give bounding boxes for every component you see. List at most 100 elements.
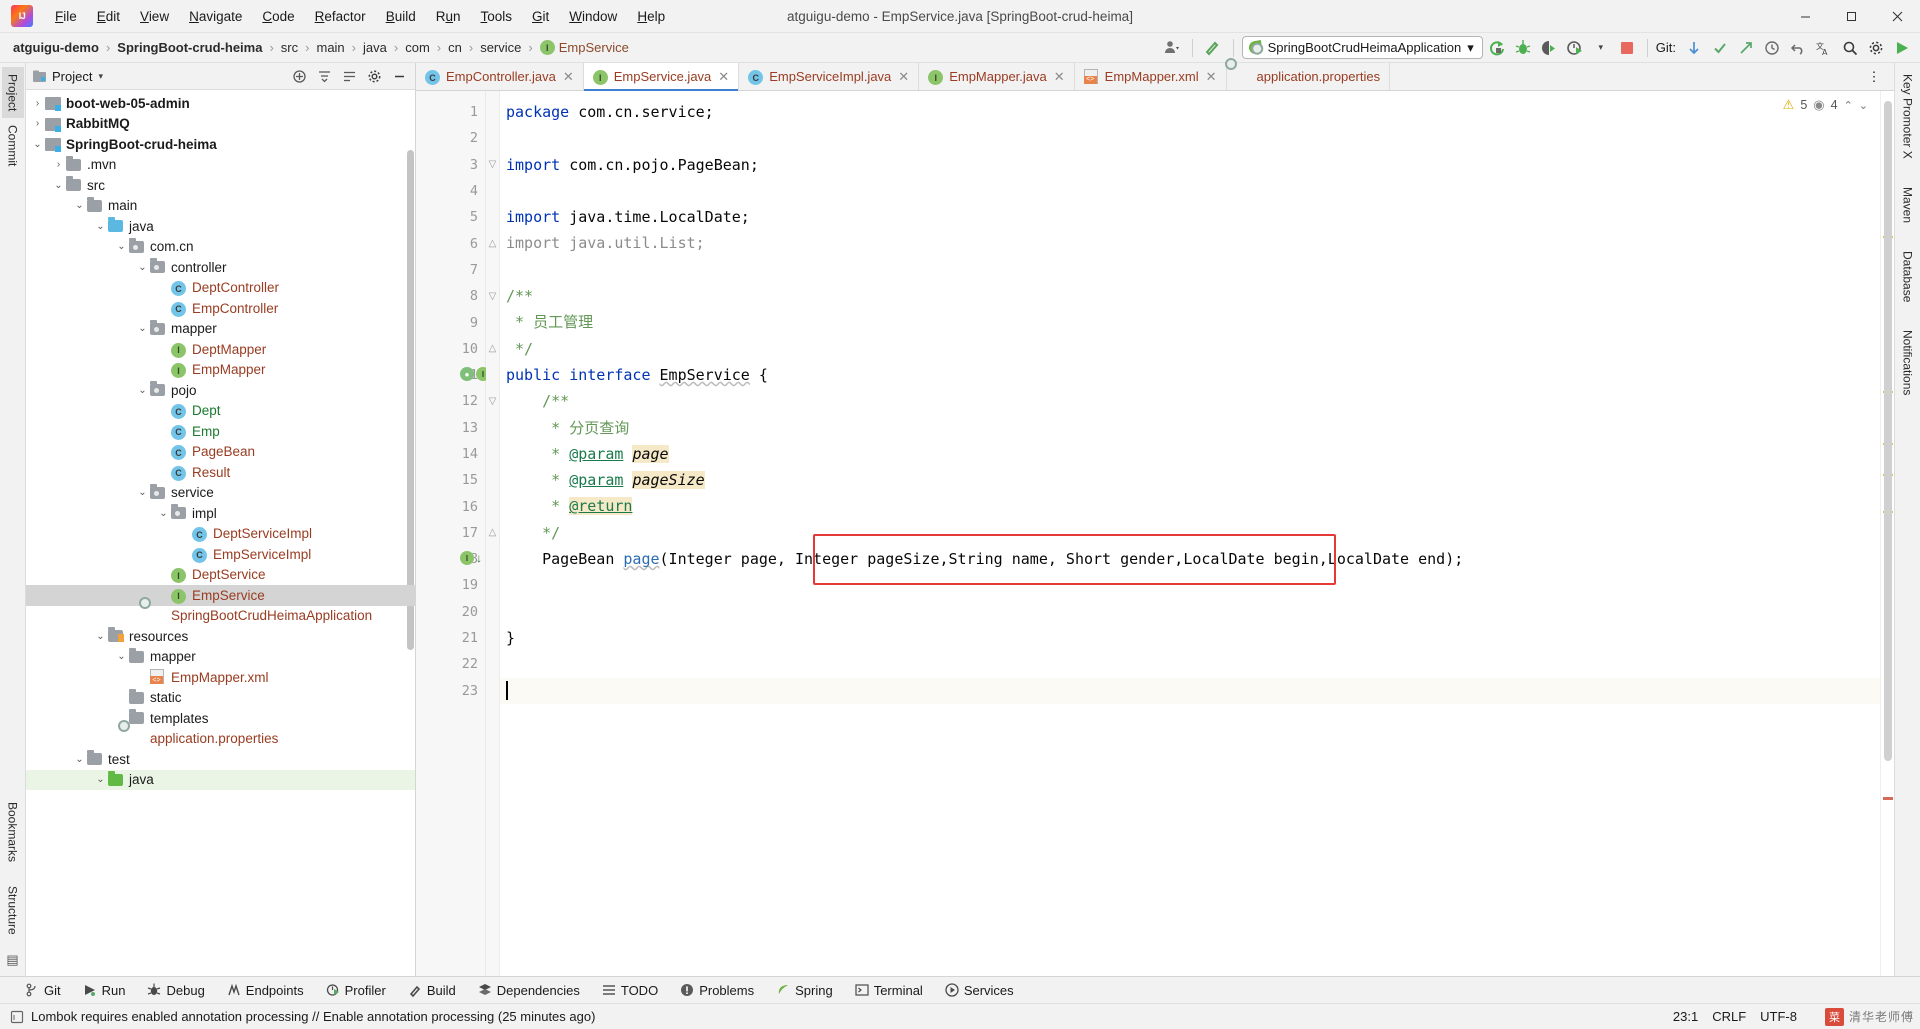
tree-node-empserviceimpl[interactable]: C EmpServiceImpl (26, 544, 415, 565)
error-stripe[interactable] (1880, 91, 1894, 976)
build-hammer-icon[interactable] (1201, 37, 1225, 59)
editor-tab-empmapper-java[interactable]: I EmpMapper.java ✕ (919, 63, 1075, 90)
tree-node-pojo[interactable]: ⌄ pojo (26, 380, 415, 401)
stop-icon[interactable] (1615, 37, 1639, 59)
close-tab-icon[interactable]: ✕ (898, 69, 909, 85)
chevron-down-icon[interactable]: ⌄ (135, 323, 150, 334)
chevron-down-icon[interactable]: ⌄ (93, 631, 108, 642)
git-commit-check-icon[interactable] (1708, 37, 1732, 59)
chevron-down-icon[interactable]: ⌄ (1859, 99, 1868, 112)
tool-window-button-dependencies[interactable]: Dependencies (467, 980, 591, 1001)
run-configuration-selector[interactable]: SpringBootCrudHeimaApplication ▾ (1241, 36, 1483, 59)
menu-edit[interactable]: Edit (87, 5, 130, 28)
tree-node-controller[interactable]: ⌄ controller (26, 257, 415, 278)
code-line-16[interactable]: * @return (500, 493, 1880, 519)
chevron-right-icon[interactable]: › (30, 118, 45, 129)
close-tab-icon[interactable]: ✕ (1054, 69, 1065, 85)
implemented-by-icon[interactable]: I (460, 551, 474, 566)
code-folding-column[interactable]: ▽ △ ▽ △ ▽ △ (486, 91, 500, 976)
project-tree[interactable]: › boot-web-05-admin › RabbitMQ ⌄ SpringBoot-c… (26, 90, 415, 976)
menu-window[interactable]: Window (559, 5, 627, 28)
code-line-14[interactable]: * @param page (500, 441, 1880, 467)
close-tab-icon[interactable]: ✕ (718, 69, 729, 85)
tree-node-empcontroller[interactable]: C EmpController (26, 298, 415, 319)
spring-bean-icon[interactable]: ● (460, 367, 474, 381)
settings-gear-icon[interactable] (1864, 37, 1888, 59)
sidebar-tab-database[interactable]: Database (1897, 244, 1919, 309)
tree-node-springbootcrudheimaapplication[interactable]: SpringBootCrudHeimaApplication (26, 606, 415, 627)
code-line-5[interactable]: import java.time.LocalDate; (500, 204, 1880, 230)
tool-window-button-git[interactable]: Git (14, 980, 72, 1001)
editor-tab-empserviceimpl-java[interactable]: C EmpServiceImpl.java ✕ (739, 63, 920, 90)
close-button[interactable] (1874, 0, 1920, 33)
breadcrumb-java[interactable]: java (360, 38, 390, 57)
line-number-gutter[interactable]: 1234567891011121314151617181920212223●I↓… (416, 91, 498, 976)
tool-window-button-spring[interactable]: Spring (765, 980, 844, 1001)
chevron-down-icon[interactable]: ⌄ (51, 180, 66, 191)
git-push-icon[interactable] (1734, 37, 1758, 59)
stripe-error-mark[interactable] (1883, 797, 1893, 800)
git-update-icon[interactable] (1682, 37, 1706, 59)
breadcrumb-main[interactable]: main (313, 38, 347, 57)
code-line-8[interactable]: /** (500, 283, 1880, 309)
code-line-3[interactable]: import com.cn.pojo.PageBean; (500, 152, 1880, 178)
tree-node-test[interactable]: ⌄ test (26, 749, 415, 770)
tree-node-service[interactable]: ⌄ service (26, 483, 415, 504)
menu-view[interactable]: View (130, 5, 179, 28)
profiler-dropdown-icon[interactable]: ▾ (1589, 37, 1613, 59)
tree-node--mvn[interactable]: › .mvn (26, 155, 415, 176)
tree-node-empmapper[interactable]: I EmpMapper (26, 360, 415, 381)
tree-node-deptserviceimpl[interactable]: C DeptServiceImpl (26, 524, 415, 545)
code-line-13[interactable]: * 分页查询 (500, 415, 1880, 441)
sidebar-tab-commit[interactable]: Commit (2, 118, 24, 173)
search-everywhere-icon[interactable] (1838, 37, 1862, 59)
code-line-1[interactable]: package com.cn.service; (500, 99, 1880, 125)
tree-node-templates[interactable]: templates (26, 708, 415, 729)
maximize-button[interactable] (1828, 0, 1874, 33)
editor-tab-empservice-java[interactable]: I EmpService.java ✕ (583, 63, 740, 91)
rerun-icon[interactable] (1485, 37, 1509, 59)
editor-tab-application-properties[interactable]: application.properties (1227, 63, 1391, 90)
chevron-down-icon[interactable]: ⌄ (30, 139, 45, 150)
code-line-20[interactable] (500, 599, 1880, 625)
close-tab-icon[interactable]: ✕ (1206, 69, 1217, 85)
translate-icon[interactable]: 文A (1812, 37, 1836, 59)
code-line-4[interactable] (500, 178, 1880, 204)
tool-window-button-debug[interactable]: Debug (136, 980, 215, 1001)
breadcrumb-com[interactable]: com (402, 38, 433, 57)
code-line-22[interactable] (500, 651, 1880, 677)
tool-window-button-run[interactable]: Run (72, 980, 137, 1001)
inspection-widget[interactable]: ⚠ 5 ◉ 4 ⌃ ⌄ (1783, 97, 1868, 113)
menu-code[interactable]: Code (252, 5, 304, 28)
status-message[interactable]: Lombok requires enabled annotation proce… (31, 1009, 595, 1024)
sidebar-tab-maven[interactable]: Maven (1897, 180, 1919, 230)
chevron-down-icon[interactable]: ⌄ (114, 241, 129, 252)
file-encoding[interactable]: UTF-8 (1760, 1009, 1797, 1024)
tree-node-result[interactable]: C Result (26, 462, 415, 483)
tree-node-java[interactable]: ⌄ java (26, 216, 415, 237)
tree-node-src[interactable]: ⌄ src (26, 175, 415, 196)
menu-file[interactable]: File (45, 5, 87, 28)
tree-node-dept[interactable]: C Dept (26, 401, 415, 422)
minimize-button[interactable] (1782, 0, 1828, 33)
history-icon[interactable] (1760, 37, 1784, 59)
sidebar-tab-structure[interactable]: Structure (2, 879, 24, 942)
tree-node-com-cn[interactable]: ⌄ com.cn (26, 237, 415, 258)
tree-node-springboot-crud-heima[interactable]: ⌄ SpringBoot-crud-heima (26, 134, 415, 155)
hide-panel-icon[interactable] (387, 65, 411, 87)
code-line-15[interactable]: * @param pageSize (500, 467, 1880, 493)
code-line-18[interactable]: PageBean page(Integer page, Integer page… (500, 546, 1880, 572)
menu-navigate[interactable]: Navigate (179, 5, 252, 28)
tree-node-empservice[interactable]: I EmpService (26, 585, 415, 606)
tree-node-static[interactable]: static (26, 688, 415, 709)
profiler-icon[interactable] (1563, 37, 1587, 59)
chevron-right-icon[interactable]: › (30, 98, 45, 109)
layout-icon[interactable]: ▤ (6, 952, 18, 968)
sidebar-tab-bookmarks[interactable]: Bookmarks (2, 795, 24, 869)
editor-tab-empmapper-xml[interactable]: EmpMapper.xml ✕ (1075, 63, 1227, 90)
chevron-down-icon[interactable]: ▾ (98, 71, 103, 82)
code-line-23[interactable] (500, 677, 1880, 704)
tree-node-emp[interactable]: C Emp (26, 421, 415, 442)
code-line-10[interactable]: */ (500, 336, 1880, 362)
breadcrumb-service[interactable]: service (477, 38, 524, 57)
